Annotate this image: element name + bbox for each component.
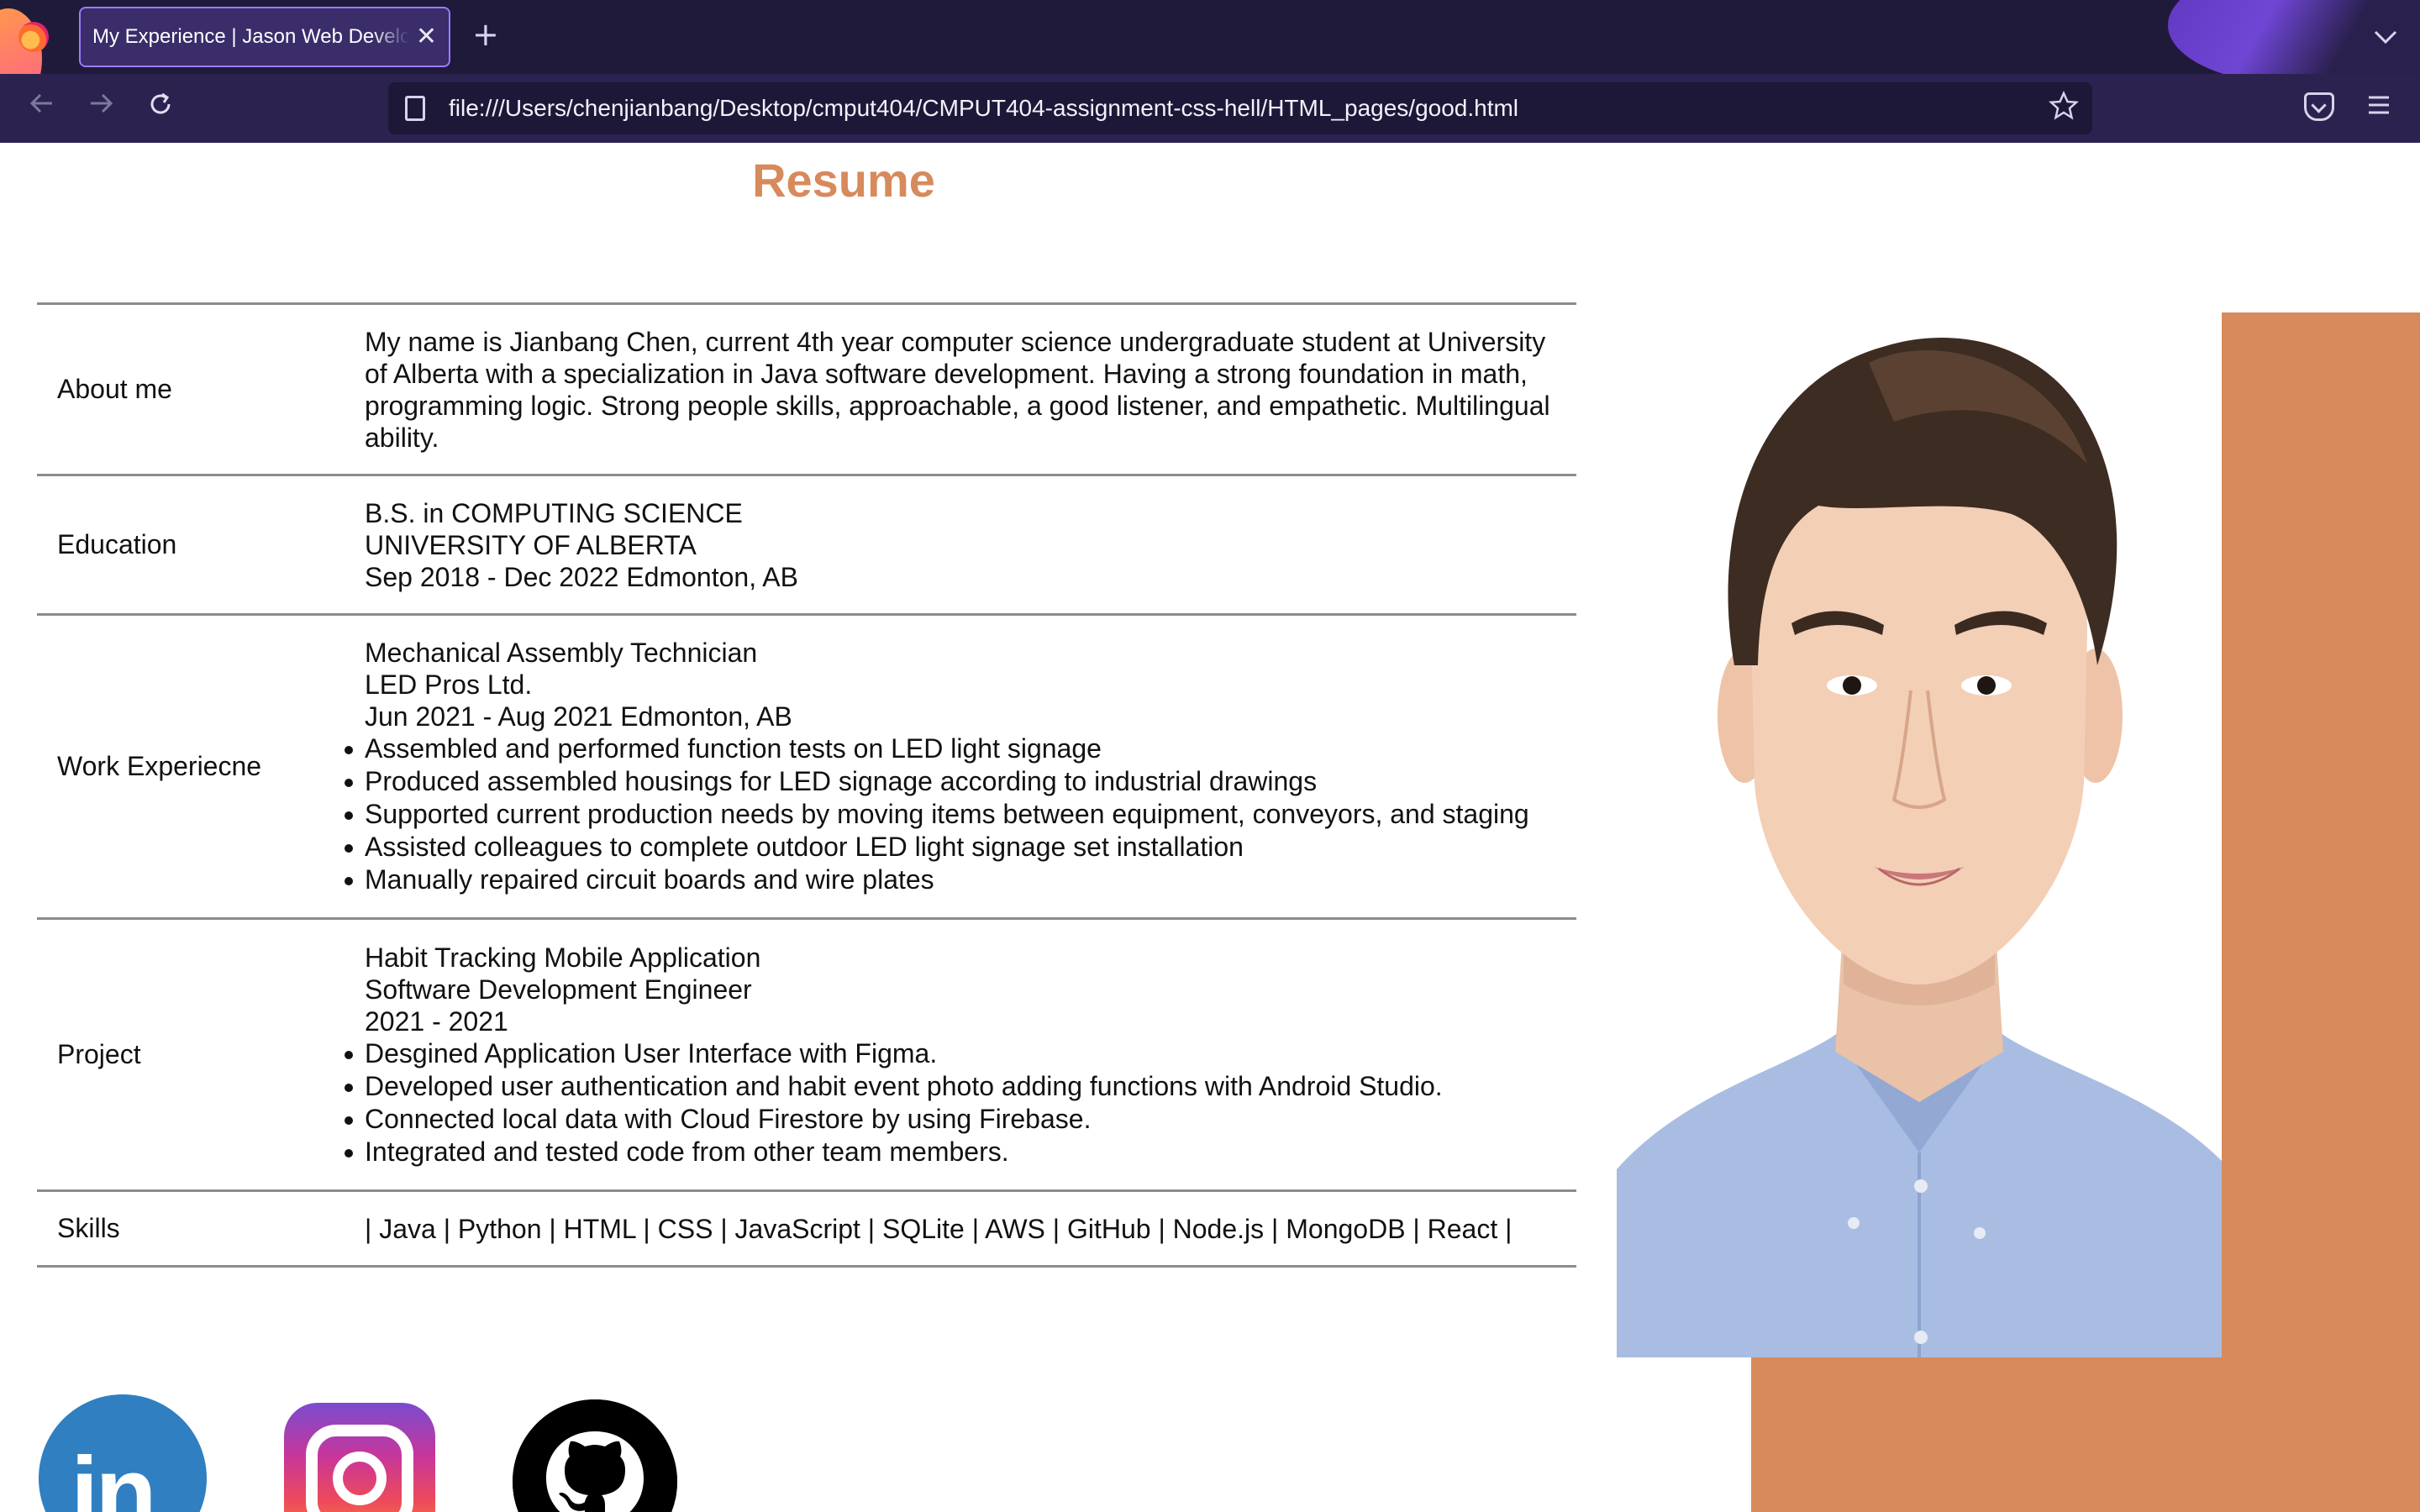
close-tab-icon[interactable]: ✕ xyxy=(416,24,437,50)
pocket-icon[interactable] xyxy=(2304,92,2334,121)
reload-icon[interactable] xyxy=(141,89,180,128)
linkedin-icon[interactable]: in xyxy=(39,1394,207,1512)
project-name: Habit Tracking Mobile Application xyxy=(365,942,761,973)
tab-strip: My Experience | Jason Web Developer ✕ + xyxy=(0,0,2420,74)
project-details: Habit Tracking Mobile Application Softwa… xyxy=(345,919,1576,1191)
resume-table: About me My name is Jianbang Chen, curre… xyxy=(37,302,1576,1268)
project-dates: 2021 - 2021 xyxy=(365,1005,508,1037)
bullet-list: Assembled and performed function tests o… xyxy=(345,732,1556,896)
education-details: B.S. in COMPUTING SCIENCE UNIVERSITY OF … xyxy=(345,475,1576,615)
table-row: Work Experiecne Mechanical Assembly Tech… xyxy=(37,614,1576,919)
list-item: Desgined Application User Interface with… xyxy=(345,1037,1556,1070)
page-icon xyxy=(405,96,425,121)
menu-icon[interactable] xyxy=(2366,92,2391,121)
list-item: Assisted colleagues to complete outdoor … xyxy=(345,831,1556,864)
back-arrow-icon[interactable] xyxy=(22,89,60,128)
firefox-logo-icon[interactable] xyxy=(18,22,49,52)
dates-location: Jun 2021 - Aug 2021 Edmonton, AB xyxy=(365,701,792,732)
degree: B.S. in COMPUTING SCIENCE xyxy=(365,497,743,528)
school: UNIVERSITY OF ALBERTA xyxy=(365,529,697,560)
table-row: Project Habit Tracking Mobile Applicatio… xyxy=(37,918,1576,1191)
table-row: Skills | Java | Python | HTML | CSS | Ja… xyxy=(37,1190,1576,1267)
bullet-list: Desgined Application User Interface with… xyxy=(345,1037,1556,1168)
list-item: Manually repaired circuit boards and wir… xyxy=(345,864,1556,896)
list-item: Integrated and tested code from other te… xyxy=(345,1136,1556,1168)
work-details: Mechanical Assembly Technician LED Pros … xyxy=(345,615,1576,919)
table-row: About me My name is Jianbang Chen, curre… xyxy=(37,303,1576,475)
project-role: Software Development Engineer xyxy=(365,974,752,1005)
bookmark-star-icon[interactable] xyxy=(2048,90,2080,127)
row-label: Skills xyxy=(57,1213,120,1243)
tab-title: My Experience | Jason Web Developer xyxy=(92,25,409,48)
instagram-lens xyxy=(333,1452,387,1505)
list-item: Produced assembled housings for LED sign… xyxy=(345,765,1556,798)
dates-location: Sep 2018 - Dec 2022 Edmonton, AB xyxy=(365,561,798,592)
browser-tab-active[interactable]: My Experience | Jason Web Developer ✕ xyxy=(79,7,450,67)
skills-text: | Java | Python | HTML | CSS | JavaScrip… xyxy=(365,1213,1512,1244)
row-label: Project xyxy=(57,1039,141,1069)
linkedin-letters: in xyxy=(71,1436,157,1512)
company: LED Pros Ltd. xyxy=(365,669,533,700)
list-item: Developed user authentication and habit … xyxy=(345,1070,1556,1103)
forward-arrow-icon[interactable] xyxy=(82,89,121,128)
navigation-toolbar: file:///Users/chenjianbang/Desktop/cmput… xyxy=(0,74,2420,143)
row-label: About me xyxy=(57,374,172,404)
accent-block xyxy=(2222,312,2420,1512)
url-text[interactable]: file:///Users/chenjianbang/Desktop/cmput… xyxy=(449,95,1518,122)
job-title: Mechanical Assembly Technician xyxy=(365,638,758,668)
chevron-down-icon[interactable] xyxy=(2373,24,2398,51)
table-row: Education B.S. in COMPUTING SCIENCE UNIV… xyxy=(37,475,1576,615)
page-title: Resume xyxy=(752,154,935,207)
row-label: Education xyxy=(57,529,177,559)
about-text: My name is Jianbang Chen, current 4th ye… xyxy=(365,326,1550,453)
address-bar[interactable]: file:///Users/chenjianbang/Desktop/cmput… xyxy=(388,82,2092,134)
list-item: Connected local data with Cloud Firestor… xyxy=(345,1103,1556,1136)
instagram-icon[interactable] xyxy=(284,1403,435,1512)
new-tab-button[interactable]: + xyxy=(472,18,499,50)
list-item: Supported current production needs by mo… xyxy=(345,798,1556,831)
profile-photo xyxy=(1617,312,2222,1357)
page-content: Resume About me My name is Jianbang Chen… xyxy=(0,143,2420,1512)
list-item: Assembled and performed function tests o… xyxy=(345,732,1556,765)
github-icon[interactable] xyxy=(513,1399,677,1512)
accent-block xyxy=(1751,1357,2222,1512)
row-label: Work Experiecne xyxy=(57,751,262,781)
